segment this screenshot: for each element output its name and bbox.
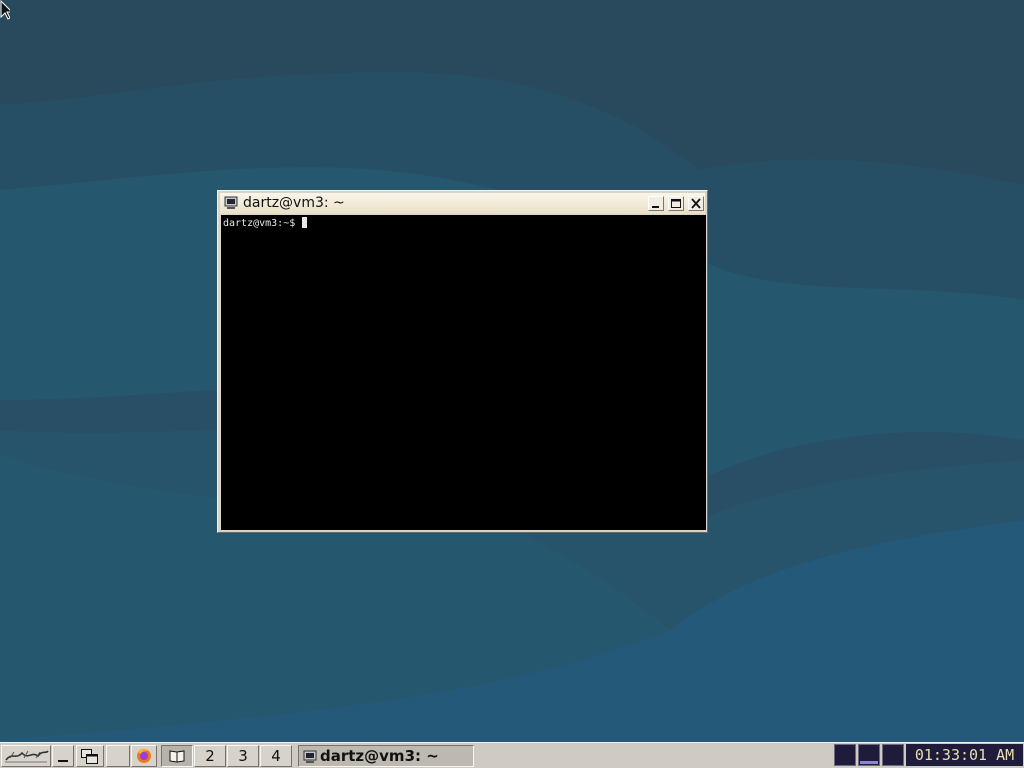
- terminal-icon: [224, 196, 238, 209]
- terminal-output-area[interactable]: dartz@vm3:~$: [221, 215, 706, 530]
- cpu-monitor[interactable]: [834, 744, 856, 766]
- quick-launch-slot[interactable]: [106, 745, 130, 767]
- workspace-2-button[interactable]: 2: [194, 745, 226, 767]
- window-titlebar[interactable]: dartz@vm3: ~: [220, 193, 705, 214]
- terminal-prompt-line: dartz@vm3:~$: [223, 217, 308, 230]
- mouse-pointer-icon: [0, 0, 10, 20]
- workspace-4-button[interactable]: 4: [260, 745, 292, 767]
- maximize-icon: [671, 199, 681, 208]
- browser-launch-button[interactable]: [131, 745, 157, 767]
- start-menu-button[interactable]: [1, 745, 51, 767]
- shell-prompt: dartz@vm3:~$: [223, 218, 302, 229]
- window-list-button[interactable]: [76, 745, 104, 767]
- minimize-button[interactable]: [648, 196, 664, 211]
- taskbar-clock[interactable]: 01:33:01 AM: [906, 744, 1023, 766]
- minimize-icon: [652, 206, 659, 208]
- workspace-3-button[interactable]: 3: [227, 745, 259, 767]
- window-title: dartz@vm3: ~: [243, 195, 345, 211]
- network-monitor[interactable]: [882, 744, 904, 766]
- close-button[interactable]: [688, 196, 704, 211]
- terminal-icon: [303, 750, 317, 763]
- taskbar-terminal-task[interactable]: dartz@vm3: ~: [298, 745, 474, 767]
- workspace-1-button[interactable]: [161, 745, 193, 767]
- minimize-icon: [58, 760, 68, 762]
- show-desktop-button[interactable]: [52, 745, 74, 767]
- text-cursor: [302, 217, 308, 228]
- book-icon: [169, 750, 185, 763]
- memory-usage-bar: [860, 761, 878, 764]
- memory-monitor[interactable]: [858, 744, 880, 766]
- task-label: dartz@vm3: ~: [320, 747, 439, 765]
- icewm-logo-icon: [5, 750, 49, 763]
- window-list-icon: [81, 749, 98, 764]
- close-icon: [691, 198, 701, 209]
- maximize-button[interactable]: [668, 196, 684, 211]
- terminal-window[interactable]: dartz@vm3: ~ dartz@vm3:~$: [217, 190, 708, 533]
- desktop-background: dartz@vm3: ~ dartz@vm3:~$: [0, 0, 1024, 742]
- firefox-icon: [137, 749, 151, 763]
